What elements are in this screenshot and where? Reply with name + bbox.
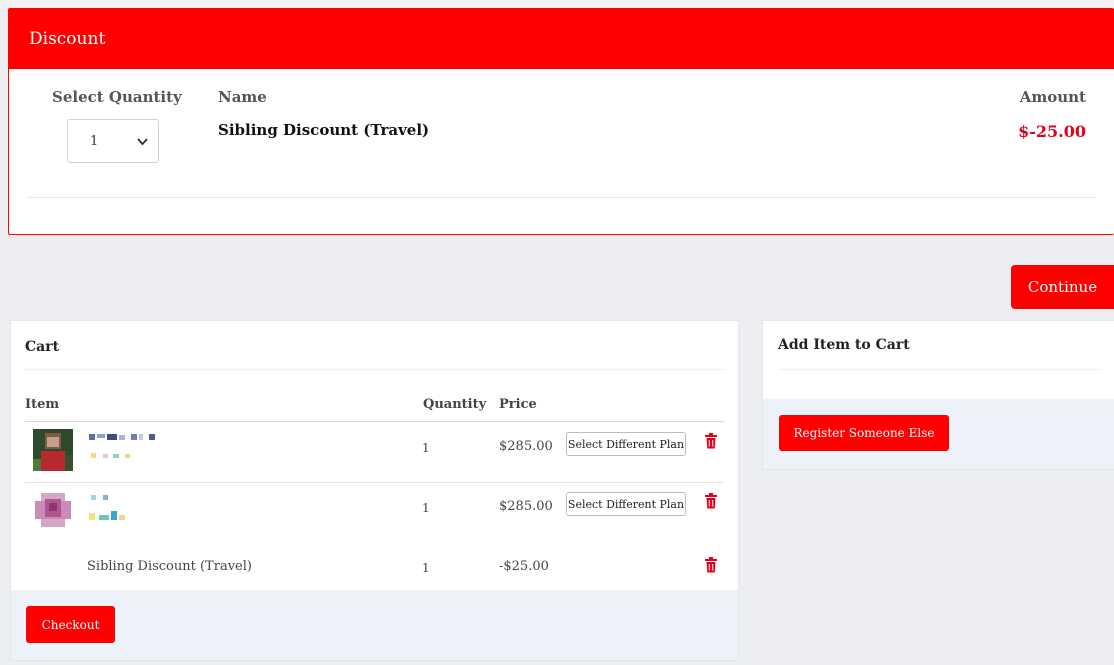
- divider: [25, 482, 724, 483]
- divider: [25, 421, 724, 422]
- select-different-plan-button[interactable]: Select Different Plan: [566, 432, 686, 456]
- cart-panel: Cart Item Quantity Price 1 $285.00 Selec…: [10, 320, 739, 661]
- cart-footer: Checkout: [11, 590, 738, 660]
- row-quantity: 1: [422, 501, 430, 515]
- name-column-label: Name: [218, 88, 267, 106]
- divider: [27, 197, 1096, 198]
- price-column-header: Price: [499, 397, 537, 412]
- row-quantity: 1: [422, 441, 430, 455]
- blurred-name-icon: [89, 434, 155, 458]
- cart-row: 1 $285.00 Select Different Plan: [11, 487, 738, 539]
- row-item-name: Sibling Discount (Travel): [87, 559, 252, 574]
- item-column-header: Item: [25, 397, 60, 412]
- select-quantity-label: Select Quantity: [52, 88, 182, 106]
- discount-amount: $-25.00: [1018, 122, 1086, 141]
- cart-title: Cart: [25, 339, 60, 355]
- trash-icon[interactable]: [705, 557, 717, 573]
- select-different-plan-button[interactable]: Select Different Plan: [566, 492, 686, 516]
- blurred-name-icon: [89, 495, 125, 520]
- row-quantity: 1: [422, 561, 430, 575]
- row-price: $285.00: [499, 499, 553, 514]
- trash-icon[interactable]: [705, 493, 717, 509]
- avatar: [33, 489, 73, 531]
- chevron-down-icon: [137, 120, 148, 182]
- discount-item-name: Sibling Discount (Travel): [218, 121, 430, 139]
- quantity-column-header: Quantity: [423, 397, 487, 412]
- continue-button[interactable]: Continue: [1011, 265, 1114, 309]
- top-cutoff-strip: [0, 0, 1114, 8]
- row-price: $285.00: [499, 439, 553, 454]
- avatar: [33, 429, 73, 471]
- row-price: -$25.00: [499, 559, 549, 574]
- quantity-select[interactable]: 1: [67, 119, 159, 163]
- amount-column-label: Amount: [1019, 88, 1086, 106]
- add-item-title: Add Item to Cart: [778, 337, 910, 353]
- discount-panel: Discount Select Quantity Name Amount 1 S…: [8, 8, 1114, 235]
- trash-icon[interactable]: [705, 433, 717, 449]
- add-item-footer: Register Someone Else: [763, 399, 1114, 469]
- discount-header: Discount: [9, 9, 1114, 69]
- add-item-panel: Add Item to Cart Register Someone Else: [762, 320, 1114, 470]
- cart-row: 1 $285.00 Select Different Plan: [11, 427, 738, 479]
- divider: [25, 369, 724, 370]
- quantity-select-value: 1: [90, 134, 99, 149]
- register-someone-else-button[interactable]: Register Someone Else: [779, 415, 949, 451]
- divider: [778, 369, 1100, 370]
- checkout-button[interactable]: Checkout: [26, 606, 115, 643]
